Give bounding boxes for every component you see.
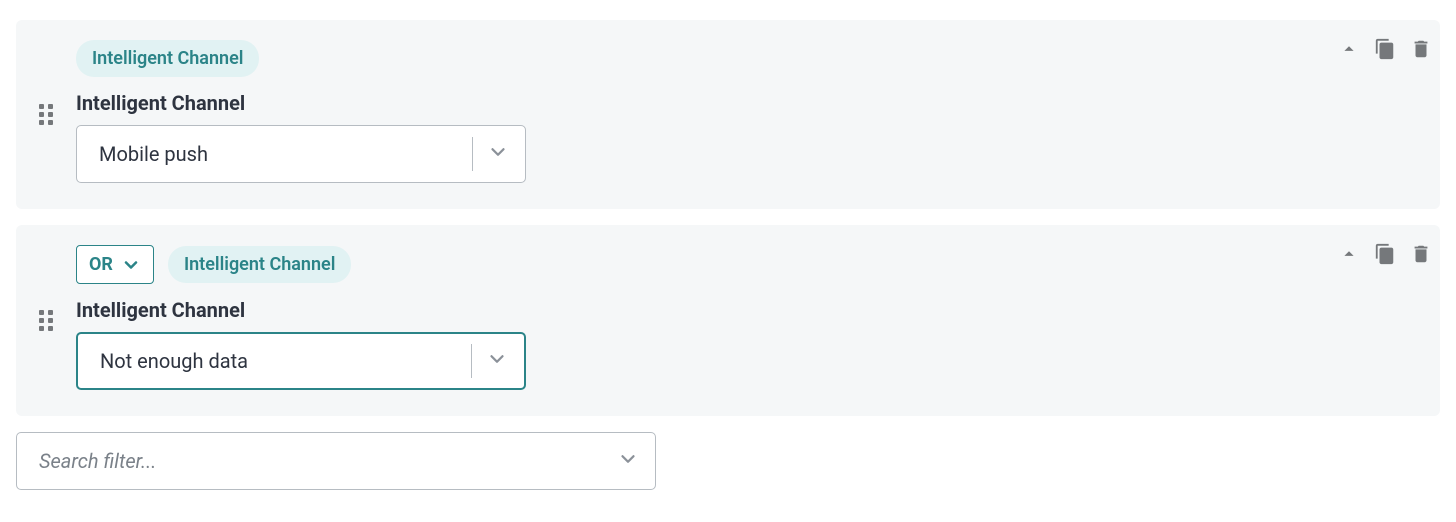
chevron-down-icon bbox=[617, 448, 639, 474]
card-body: OR Intelligent Channel Intelligent Chann… bbox=[76, 225, 1440, 416]
copy-icon[interactable] bbox=[1374, 243, 1396, 269]
filter-type-badge: Intelligent Channel bbox=[76, 40, 259, 77]
chevron-down-icon bbox=[121, 255, 141, 275]
chevron-down-icon bbox=[487, 141, 509, 168]
field-label: Intelligent Channel bbox=[76, 298, 1420, 322]
select-chevron-wrap bbox=[472, 126, 509, 182]
badge-row: OR Intelligent Channel bbox=[76, 245, 1420, 284]
drag-handle-wrap bbox=[16, 20, 76, 209]
card-body: Intelligent Channel Intelligent Channel … bbox=[76, 20, 1440, 209]
select-chevron-wrap bbox=[471, 334, 508, 388]
copy-icon[interactable] bbox=[1374, 38, 1396, 64]
card-actions bbox=[1338, 38, 1432, 64]
select-value: Mobile push bbox=[99, 142, 208, 166]
filter-type-badge: Intelligent Channel bbox=[168, 246, 351, 283]
search-placeholder: Search filter... bbox=[39, 449, 156, 473]
drag-handle-icon[interactable] bbox=[39, 310, 53, 331]
filter-card: OR Intelligent Channel Intelligent Chann… bbox=[16, 225, 1440, 416]
field-label: Intelligent Channel bbox=[76, 91, 1420, 115]
select-value: Not enough data bbox=[100, 349, 248, 373]
trash-icon[interactable] bbox=[1410, 38, 1432, 64]
drag-handle-icon[interactable] bbox=[39, 104, 53, 125]
filter-value-select[interactable]: Mobile push bbox=[76, 125, 526, 183]
filter-value-select[interactable]: Not enough data bbox=[76, 332, 526, 390]
chevron-down-icon bbox=[486, 348, 508, 375]
collapse-icon[interactable] bbox=[1338, 243, 1360, 269]
operator-label: OR bbox=[89, 254, 113, 275]
drag-handle-wrap bbox=[16, 225, 76, 416]
operator-selector[interactable]: OR bbox=[76, 245, 154, 284]
badge-row: Intelligent Channel bbox=[76, 40, 1420, 77]
card-actions bbox=[1338, 243, 1432, 269]
search-filter-select[interactable]: Search filter... bbox=[16, 432, 656, 490]
collapse-icon[interactable] bbox=[1338, 38, 1360, 64]
filter-card: Intelligent Channel Intelligent Channel … bbox=[16, 20, 1440, 209]
trash-icon[interactable] bbox=[1410, 243, 1432, 269]
search-filter-row: Search filter... bbox=[16, 432, 1440, 490]
